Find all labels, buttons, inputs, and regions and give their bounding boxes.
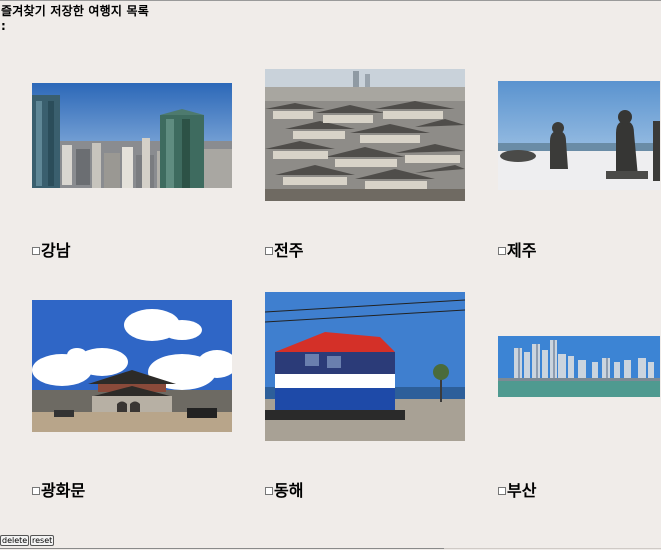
gangnam-photo — [32, 83, 232, 188]
trip-label-jeju: 제주 — [498, 239, 537, 260]
page-title: 즐겨찾기 저장한 여행지 목록 : — [1, 4, 150, 33]
trip-checkbox-donghae[interactable] — [265, 486, 273, 495]
bottom-divider-right — [444, 548, 661, 549]
jeju-photo — [498, 81, 660, 190]
reset-button[interactable]: reset — [30, 535, 55, 546]
trip-checkbox-gwanghwamun[interactable] — [32, 486, 40, 495]
trip-checkbox-jeju[interactable] — [498, 246, 506, 255]
bottom-divider — [0, 548, 444, 549]
top-divider — [0, 0, 661, 1]
trip-name: 전주 — [274, 241, 304, 260]
trip-label-donghae: 동해 — [265, 479, 304, 500]
trip-checkbox-gangnam[interactable] — [32, 246, 40, 255]
delete-button[interactable]: delete — [0, 535, 30, 546]
trip-name: 강남 — [41, 241, 71, 260]
trip-label-busan: 부산 — [498, 479, 537, 500]
trip-label-jeonju: 전주 — [265, 239, 304, 260]
trip-label-gwanghwamun: 광화문 — [32, 479, 86, 500]
trip-checkbox-busan[interactable] — [498, 486, 506, 495]
busan-photo — [498, 336, 660, 397]
trip-label-gangnam: 강남 — [32, 239, 71, 260]
trip-name: 광화문 — [41, 481, 86, 500]
gwanghwamun-photo — [32, 300, 232, 432]
trip-checkbox-jeonju[interactable] — [265, 246, 273, 255]
trip-name: 제주 — [507, 241, 537, 260]
trip-name: 동해 — [274, 481, 304, 500]
jeonju-photo — [265, 69, 465, 201]
trip-name: 부산 — [507, 481, 537, 500]
donghae-photo — [265, 292, 465, 441]
